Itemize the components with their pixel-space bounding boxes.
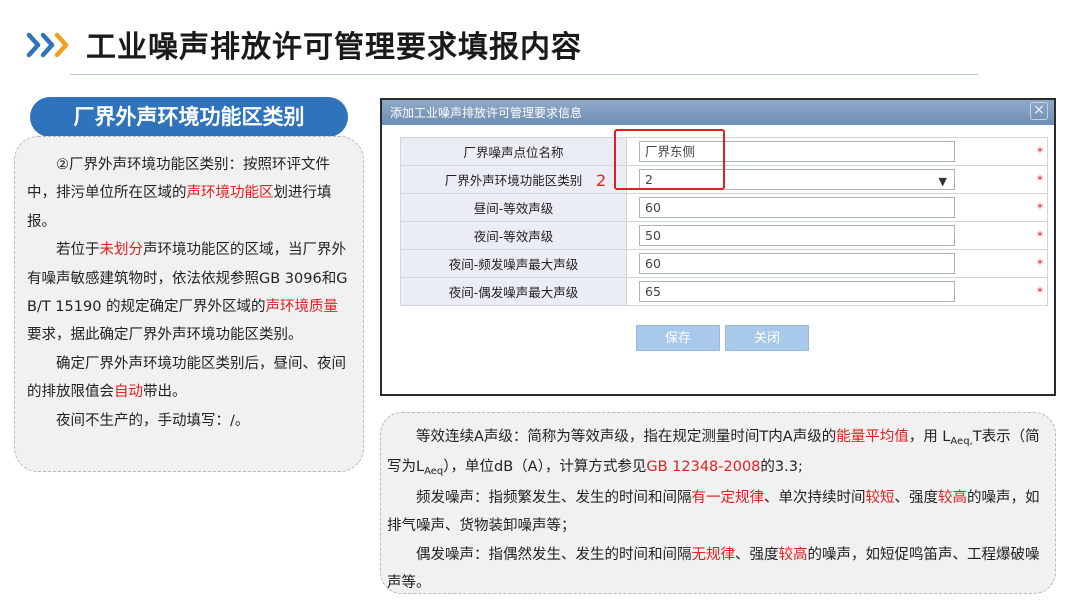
form-row: 夜间-偶发噪声最大声级 65 * [400,277,1048,306]
left-paragraph-1: ②厂界外声环境功能区类别：按照环评文件中，排污单位所在区域的声环境功能区划进行填… [27,157,332,230]
chevron-right-icon [26,32,69,58]
required-mark: * [1037,201,1043,215]
highlight-callout-box [614,129,725,190]
field-label: 夜间-频发噪声最大声级 [400,249,627,278]
night-frequent-max-level-input[interactable]: 60 [639,253,955,274]
field-label: 夜间-等效声级 [400,221,627,250]
field-label: 夜间-偶发噪声最大声级 [400,277,627,306]
page-title: 工业噪声排放许可管理要求填报内容 [86,30,582,65]
right-paragraph-2: 频发噪声：指频繁发生、发生的时间和间隔有一定规律、单次持续时间较短、强度较高的噪… [387,489,1040,535]
field-label: 厂界噪声点位名称 [400,137,627,166]
field-label: 厂界外声环境功能区类别 [400,165,627,194]
close-icon[interactable]: × [1030,102,1048,120]
night-equivalent-level-input[interactable]: 50 [639,225,955,246]
section-heading: 厂界外声环境功能区类别 [30,97,348,137]
right-paragraph-1: 等效连续A声级：简称为等效声级，指在规定测量时间T内A声级的能量平均值，用 LA… [387,429,1040,478]
left-paragraph-4: 夜间不生产的，手动填写：/。 [56,412,250,429]
dialog-titlebar: 添加工业噪声排放许可管理要求信息 × [382,100,1054,125]
night-occasional-max-level-input[interactable]: 65 [639,281,955,302]
left-paragraph-3: 确定厂界外声环境功能区类别后，昼间、夜间的排放限值会自动带出。 [27,355,346,401]
save-button[interactable]: 保存 [636,325,720,351]
form-row: 昼间-等效声级 60 * [400,193,1048,222]
required-mark: * [1037,257,1043,271]
chevron-down-icon: ▼ [938,175,947,188]
required-mark: * [1037,145,1043,159]
required-mark: * [1037,173,1043,187]
callout-number: 2 [596,171,607,190]
right-explanation-panel: 等效连续A声级：简称为等效声级，指在规定测量时间T内A声级的能量平均值，用 LA… [380,412,1056,594]
close-button[interactable]: 关闭 [725,325,809,351]
title-divider [70,74,978,75]
field-label: 昼间-等效声级 [400,193,627,222]
left-explanation-panel: ②厂界外声环境功能区类别：按照环评文件中，排污单位所在区域的声环境功能区划进行填… [14,136,364,472]
form-row: 夜间-等效声级 50 * [400,221,1048,250]
right-paragraph-3: 偶发噪声：指偶然发生、发生的时间和间隔无规律、强度较高的噪声，如短促鸣笛声、工程… [387,546,1040,592]
form-row: 夜间-频发噪声最大声级 60 * [400,249,1048,278]
day-equivalent-level-input[interactable]: 60 [639,197,955,218]
dialog-title: 添加工业噪声排放许可管理要求信息 [390,106,583,120]
left-paragraph-2: 若位于未划分声环境功能区的区域，当厂界外有噪声敏感建筑物时，依法依规参照GB 3… [27,242,348,344]
required-mark: * [1037,285,1043,299]
required-mark: * [1037,229,1043,243]
